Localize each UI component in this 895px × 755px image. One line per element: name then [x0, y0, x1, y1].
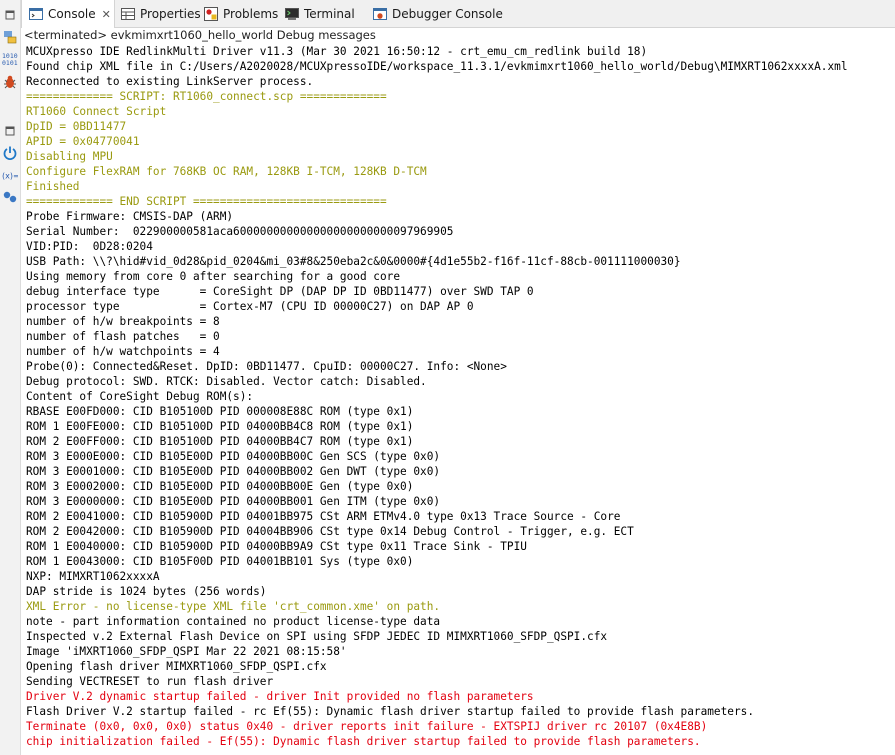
- console-line: Finished: [26, 180, 80, 193]
- console-line: Content of CoreSight Debug ROM(s):: [26, 390, 254, 403]
- console-line: ROM 1 E0043000: CID B105F00D PID 04001BB…: [26, 555, 414, 568]
- debug-bug-icon[interactable]: [2, 74, 18, 90]
- problems-icon: [203, 6, 219, 22]
- console-line: number of h/w breakpoints = 8: [26, 315, 220, 328]
- console-line: APID = 0x04770041: [26, 135, 140, 148]
- console-line: Opening flash driver MIMXRT1060_SFDP_QSP…: [26, 660, 327, 673]
- tab-problems[interactable]: Problems: [197, 0, 278, 27]
- debugger-console-icon: [372, 6, 388, 22]
- tab-label: Console: [48, 7, 96, 21]
- console-line: chip initialization failed - Ef(55): Dyn…: [26, 735, 701, 748]
- left-toolbar: 1010 0101 (x)=: [0, 0, 21, 755]
- console-line: processor type = Cortex-M7 (CPU ID 00000…: [26, 300, 474, 313]
- tab-label: Terminal: [304, 6, 355, 21]
- registers-icon[interactable]: 1010 0101: [2, 51, 18, 67]
- tab-label: Problems: [223, 6, 279, 21]
- console-line: number of flash patches = 0: [26, 330, 220, 343]
- console-line: Disabling MPU: [26, 150, 113, 163]
- console-output[interactable]: MCUXpresso IDE RedlinkMulti Driver v11.3…: [26, 44, 895, 755]
- console-line: RBASE E00FD000: CID B105100D PID 000008E…: [26, 405, 414, 418]
- console-line: VID:PID: 0D28:0204: [26, 240, 153, 253]
- console-line: Debug protocol: SWD. RTCK: Disabled. Vec…: [26, 375, 427, 388]
- console-line: ROM 3 E000E000: CID B105E00D PID 04000BB…: [26, 450, 441, 463]
- view-tab-bar: Console ✕ Properties Problems Terminal D…: [21, 0, 895, 28]
- console-line: Using memory from core 0 after searching…: [26, 270, 401, 283]
- console-line: Flash Driver V.2 startup failed - rc Ef(…: [26, 705, 755, 718]
- console-line: MCUXpresso IDE RedlinkMulti Driver v11.3…: [26, 45, 648, 58]
- variables-icon[interactable]: (x)=: [2, 167, 18, 183]
- console-line: USB Path: \\?\hid#vid_0d28&pid_0204&mi_0…: [26, 255, 681, 268]
- console-line: ROM 3 E0001000: CID B105E00D PID 04000BB…: [26, 465, 441, 478]
- close-icon[interactable]: ✕: [102, 8, 111, 21]
- tab-label: Debugger Console: [392, 6, 503, 21]
- console-line: Probe Firmware: CMSIS-DAP (ARM): [26, 210, 234, 223]
- console-title: <terminated> evkmimxrt1060_hello_world D…: [24, 28, 376, 42]
- console-line: Reconnected to existing LinkServer proce…: [26, 75, 314, 88]
- tab-label: Properties: [140, 6, 201, 21]
- project-explorer-icon[interactable]: [2, 29, 18, 45]
- tab-console[interactable]: Console ✕: [21, 0, 115, 28]
- console-line: Image 'iMXRT1060_SFDP_QSPI Mar 22 2021 0…: [26, 645, 347, 658]
- console-line: ============= SCRIPT: RT1060_connect.scp…: [26, 90, 387, 103]
- console-line: Inspected v.2 External Flash Device on S…: [26, 630, 608, 643]
- console-line: ROM 2 E0041000: CID B105900D PID 04001BB…: [26, 510, 621, 523]
- console-line: Found chip XML file in C:/Users/A2020028…: [26, 60, 848, 73]
- console-line: RT1060 Connect Script: [26, 105, 167, 118]
- svg-text:(x)=: (x)=: [2, 172, 18, 181]
- console-line: number of h/w watchpoints = 4: [26, 345, 220, 358]
- console-line: ROM 1 E0040000: CID B105900D PID 04000BB…: [26, 540, 527, 553]
- console-line: ============= END SCRIPT ===============…: [26, 195, 387, 208]
- console-line: Probe(0): Connected&Reset. DpID: 0BD1147…: [26, 360, 507, 373]
- console-line: Serial Number: 022900000581aca6000000000…: [26, 225, 454, 238]
- console-line: note - part information contained no pro…: [26, 615, 441, 628]
- tab-debugger-console[interactable]: Debugger Console: [366, 0, 503, 27]
- power-icon[interactable]: [2, 145, 18, 161]
- console-line: ROM 1 E00FE000: CID B105100D PID 04000BB…: [26, 420, 414, 433]
- console-line: Driver V.2 dynamic startup failed - driv…: [26, 690, 534, 703]
- console-icon: [28, 6, 44, 22]
- tab-terminal[interactable]: Terminal: [278, 0, 355, 27]
- console-line: debug interface type = CoreSight DP (DAP…: [26, 285, 534, 298]
- minimize-icon[interactable]: [2, 7, 18, 23]
- console-line: Sending VECTRESET to run flash driver: [26, 675, 274, 688]
- console-line: DAP stride is 1024 bytes (256 words): [26, 585, 267, 598]
- console-line: Configure FlexRAM for 768KB OC RAM, 128K…: [26, 165, 427, 178]
- console-line: NXP: MIMXRT1062xxxxA: [26, 570, 160, 583]
- breakpoints-icon[interactable]: [2, 189, 18, 205]
- console-line: DpID = 0BD11477: [26, 120, 127, 133]
- console-line: ROM 2 E00FF000: CID B105100D PID 04000BB…: [26, 435, 414, 448]
- minimize-icon[interactable]: [2, 123, 18, 139]
- console-line: ROM 2 E0042000: CID B105900D PID 04004BB…: [26, 525, 634, 538]
- console-line: ROM 3 E0002000: CID B105E00D PID 04000BB…: [26, 480, 414, 493]
- svg-text:0101: 0101: [2, 59, 18, 67]
- console-line: XML Error - no license-type XML file 'cr…: [26, 600, 441, 613]
- tab-properties[interactable]: Properties: [114, 0, 201, 27]
- terminal-icon: [284, 6, 300, 22]
- console-line: ROM 3 E0000000: CID B105E00D PID 04000BB…: [26, 495, 441, 508]
- console-line: Terminate (0x0, 0x0, 0x0) status 0x40 - …: [26, 720, 708, 733]
- properties-icon: [120, 6, 136, 22]
